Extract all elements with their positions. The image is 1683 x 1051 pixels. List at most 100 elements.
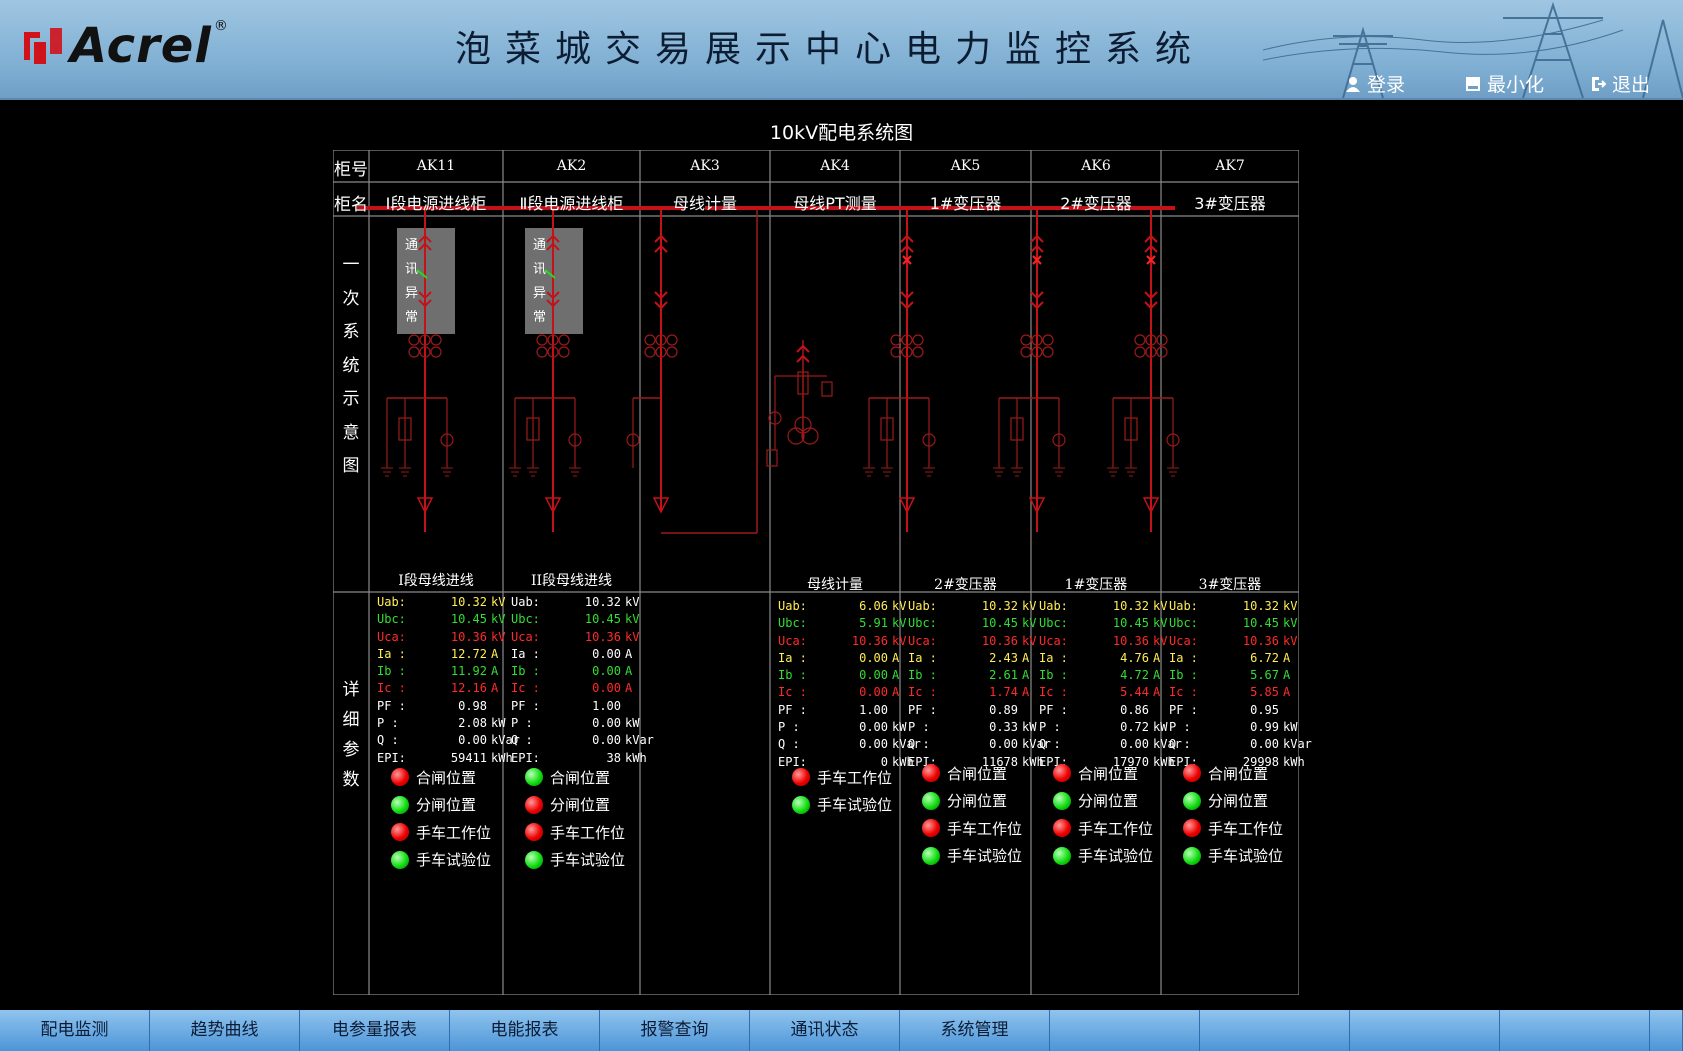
measurement-key: Ic : (511, 681, 540, 696)
measurement-key: Uca: (908, 633, 937, 648)
status-label: 手车试验位 (1208, 847, 1284, 865)
nav-tab[interactable]: 通讯状态 (750, 1010, 900, 1051)
measurement-unit: kV (625, 612, 640, 627)
measurement-value: 0.00 (592, 681, 621, 696)
measurement-key: P : (1169, 720, 1191, 735)
measurement-key: Q : (377, 733, 399, 748)
measurement-key: PF : (1039, 702, 1068, 717)
measurement-unit: kVar (1283, 737, 1312, 752)
measurement-value: 10.32 (584, 595, 621, 609)
measurement-key: P : (908, 720, 930, 735)
measurement-row: Uca: 10.36 kV (778, 633, 916, 650)
status-label: 分闸位置 (1078, 792, 1139, 810)
measurement-row: PF : 1.00 (778, 702, 916, 719)
red-status-led-icon (1183, 819, 1201, 837)
logo-registered: ® (213, 18, 228, 34)
measurement-row: PF : 0.89 (908, 702, 1046, 719)
measurement-value: 12.72 (450, 646, 487, 661)
measurement-key: P : (511, 716, 533, 731)
user-icon (1346, 76, 1360, 92)
green-status-led-icon (792, 795, 810, 814)
logo-mark-icon (24, 28, 62, 64)
measurement-key: P : (1039, 720, 1061, 735)
exit-button[interactable]: 退出 (1590, 70, 1650, 97)
status-label: 合闸位置 (416, 768, 477, 787)
measurement-value: 0.00 (859, 685, 888, 700)
nav-tab[interactable]: 配电监测 (0, 1010, 150, 1051)
status-label: 合闸位置 (1208, 764, 1269, 783)
red-status-led-icon (1183, 764, 1201, 782)
measurement-value: 10.32 (981, 599, 1018, 613)
measurement-value: 0.86 (1120, 702, 1149, 717)
red-status-led-icon (1053, 819, 1071, 837)
measurement-row: Q :0.00 kVar (908, 736, 1051, 753)
measurement-value: 0.00 (1120, 737, 1149, 752)
measurement-key: Ia : (1169, 650, 1198, 665)
measurement-value: 10.36 (450, 629, 487, 644)
measurement-key: Ubc: (908, 616, 937, 631)
bottom-nav: 配电监测 趋势曲线 电参量报表 电能报表 报警查询 通讯状态 系统管理 (0, 1010, 1683, 1051)
green-status-led-icon (391, 795, 409, 814)
measurement-row: Uab: 10.32 kV (908, 598, 1046, 615)
measurement-value: 1.74 (989, 685, 1018, 700)
measurement-key: PF : (511, 698, 540, 713)
status-label: 合闸位置 (550, 768, 611, 787)
nav-tab[interactable]: 系统管理 (900, 1010, 1050, 1051)
minimize-button[interactable]: 最小化 (1465, 70, 1544, 97)
measurement-row: Ia :12.72 A (377, 646, 515, 663)
measurement-row: Q :0.00 kVar (778, 736, 921, 753)
comm-fault-badge[interactable]: 通讯异常 (525, 228, 583, 334)
status-label: 分闸位置 (550, 796, 611, 814)
measurement-unit: kV (1283, 633, 1298, 648)
measurement-row: Ic :1.74 A (908, 684, 1046, 701)
nav-tab[interactable]: 电参量报表 (300, 1010, 450, 1051)
measurement-row: Ib :2.61 A (908, 667, 1046, 684)
measurement-value: 0.89 (989, 702, 1018, 717)
section-label-single-line: 一次系统示意图 (342, 255, 360, 476)
measurement-key: Uca: (511, 629, 540, 644)
measurement-unit (1279, 702, 1307, 719)
measurement-key: Q : (1169, 737, 1191, 752)
measurement-key: Q : (511, 733, 533, 748)
status-indicator: 合闸位置 (922, 762, 1007, 784)
nav-tab[interactable]: 趋势曲线 (150, 1010, 300, 1051)
measurement-row: Ubc: 10.45 kV (1039, 615, 1177, 632)
cabinet-code: AK4 (820, 158, 850, 174)
panel-title: 2#变压器 (934, 577, 997, 593)
measurement-value: 5.67 (1250, 668, 1279, 683)
status-indicator: 手车试验位 (1053, 845, 1153, 867)
measurement-key: EPI: (377, 750, 406, 765)
status-label: 分闸位置 (947, 792, 1008, 810)
green-status-led-icon (1183, 846, 1201, 865)
measurement-value: 1.00 (859, 702, 888, 717)
measurement-key: Ic : (1169, 685, 1198, 700)
red-status-led-icon (525, 823, 543, 841)
measurement-row: Ib : 0.00 A (511, 663, 649, 680)
measurement-value: 10.36 (584, 629, 621, 644)
nav-tab[interactable]: 电能报表 (450, 1010, 600, 1051)
measurement-row: Q :0.00 kVar (377, 732, 520, 749)
measurement-value: 10.36 (1112, 633, 1149, 648)
login-button[interactable]: 登录 (1345, 70, 1405, 97)
measurement-value: 0.00 (1250, 737, 1279, 752)
status-label: 手车工作位 (817, 768, 893, 787)
exit-icon (1592, 76, 1606, 91)
comm-fault-badge[interactable]: 通讯异常 (397, 228, 455, 334)
measurement-value: 5.44 (1120, 685, 1149, 700)
measurement-row: Ic : 5.85 A (1169, 684, 1307, 701)
measurement-row: Q :0.00 kVar (511, 732, 654, 749)
nav-tab[interactable]: 报警查询 (600, 1010, 750, 1051)
measurement-key: Ia : (1039, 650, 1068, 665)
red-status-led-icon (922, 764, 940, 782)
measurement-unit: kWh (1283, 754, 1305, 769)
measurement-row: P :2.08 kW (377, 715, 515, 732)
status-label: 手车工作位 (1208, 819, 1284, 838)
measurement-key: Ubc: (377, 612, 406, 627)
distribution-diagram: 通讯异常 通讯异常 柜号 柜名 AK11 Ⅰ段电源进线柜 AK2 Ⅱ段电源进线柜 AK3 母线… (333, 150, 1312, 995)
measurement-row: Uab: 10.32 kV (1039, 598, 1177, 615)
ct-icon (666, 334, 678, 346)
measurement-value: 0.99 (1250, 720, 1279, 735)
measurement-key: Ib : (908, 668, 937, 683)
row-label-name: 柜名 (334, 195, 368, 215)
status-label: 分闸位置 (1208, 792, 1269, 810)
